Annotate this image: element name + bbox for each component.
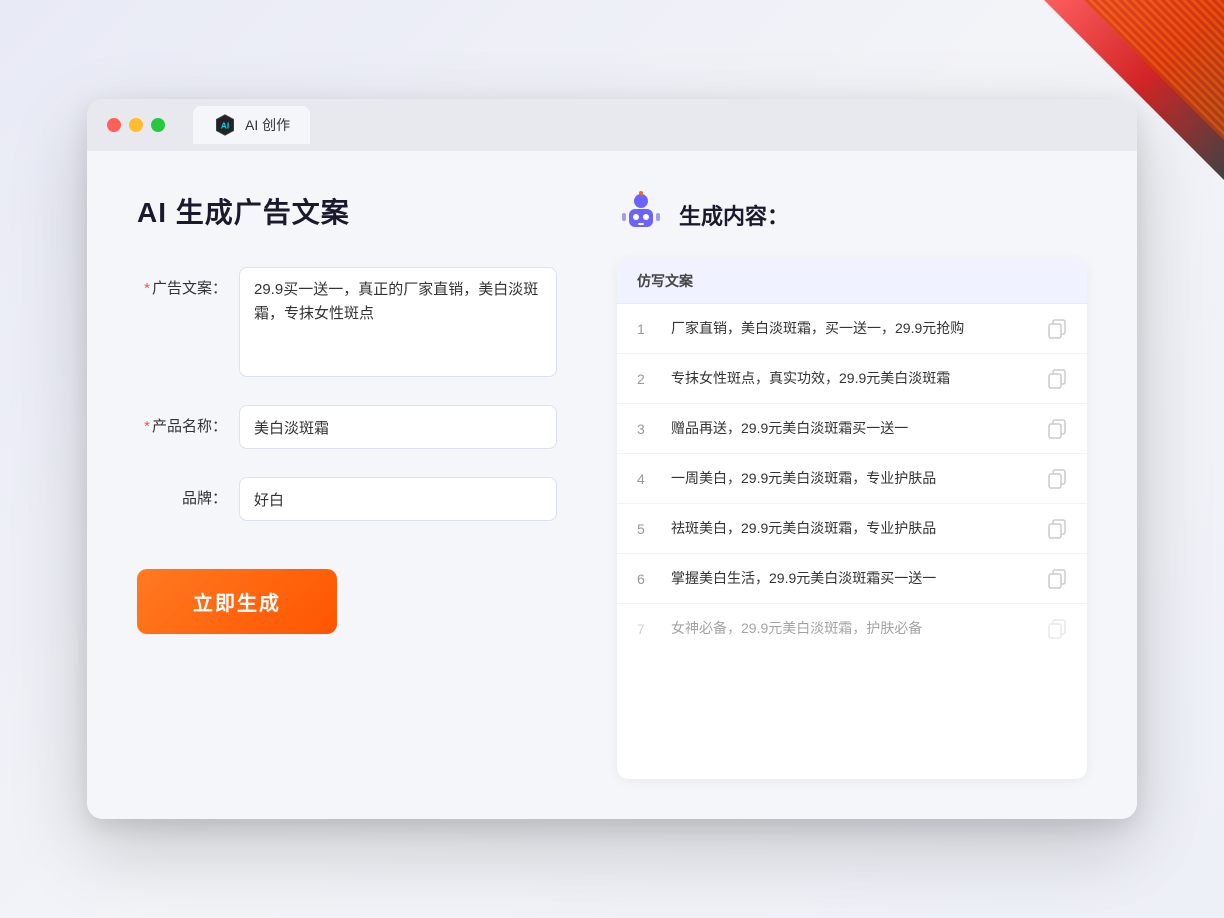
copy-icon[interactable]: [1047, 469, 1067, 489]
table-row: 7 女神必备，29.9元美白淡斑霜，护肤必备: [617, 604, 1087, 653]
content-area: AI 生成广告文案 *广告文案： 29.9买一送一，真正的厂家直销，美白淡斑霜，…: [87, 151, 1137, 819]
traffic-light-close[interactable]: [107, 118, 121, 132]
results-list: 1 厂家直销，美白淡斑霜，买一送一，29.9元抢购 2 专抹女性斑点，真实功效，29.…: [617, 304, 1087, 653]
ad-copy-input[interactable]: 29.9买一送一，真正的厂家直销，美白淡斑霜，专抹女性斑点: [239, 267, 557, 377]
copy-icon[interactable]: [1047, 419, 1067, 439]
table-row: 3 赠品再送，29.9元美白淡斑霜买一送一: [617, 404, 1087, 454]
row-text: 女神必备，29.9元美白淡斑霜，护肤必备: [671, 618, 1031, 639]
traffic-light-maximize[interactable]: [151, 118, 165, 132]
row-text: 专抹女性斑点，真实功效，29.9元美白淡斑霜: [671, 368, 1031, 389]
copy-icon[interactable]: [1047, 319, 1067, 339]
form-group-product-name: *产品名称：: [137, 405, 557, 449]
traffic-lights: [107, 118, 165, 132]
table-row: 1 厂家直销，美白淡斑霜，买一送一，29.9元抢购: [617, 304, 1087, 354]
row-number: 1: [637, 321, 655, 337]
left-panel: AI 生成广告文案 *广告文案： 29.9买一送一，真正的厂家直销，美白淡斑霜，…: [137, 191, 557, 779]
product-name-label: *产品名称：: [137, 405, 227, 436]
ai-tab-icon: AI: [213, 113, 237, 137]
copy-icon[interactable]: [1047, 569, 1067, 589]
row-text: 祛斑美白，29.9元美白淡斑霜，专业护肤品: [671, 518, 1031, 539]
table-row: 5 祛斑美白，29.9元美白淡斑霜，专业护肤品: [617, 504, 1087, 554]
traffic-light-minimize[interactable]: [129, 118, 143, 132]
page-title: AI 生成广告文案: [137, 191, 557, 231]
table-row: 2 专抹女性斑点，真实功效，29.9元美白淡斑霜: [617, 354, 1087, 404]
brand-input[interactable]: [239, 477, 557, 521]
table-row: 4 一周美白，29.9元美白淡斑霜，专业护肤品: [617, 454, 1087, 504]
row-text: 一周美白，29.9元美白淡斑霜，专业护肤品: [671, 468, 1031, 489]
svg-text:AI: AI: [221, 120, 230, 130]
row-number: 6: [637, 571, 655, 587]
robot-icon: [617, 191, 665, 239]
row-text: 赠品再送，29.9元美白淡斑霜买一送一: [671, 418, 1031, 439]
row-number: 5: [637, 521, 655, 537]
result-header: 生成内容：: [617, 191, 1087, 239]
copy-icon[interactable]: [1047, 519, 1067, 539]
form-group-brand: 品牌：: [137, 477, 557, 521]
result-table: 仿写文案 1 厂家直销，美白淡斑霜，买一送一，29.9元抢购 2 专抹女性斑点，真实功…: [617, 259, 1087, 779]
row-number: 3: [637, 421, 655, 437]
ad-copy-label: *广告文案：: [137, 267, 227, 298]
result-title: 生成内容：: [679, 199, 789, 231]
row-text: 掌握美白生活，29.9元美白淡斑霜买一送一: [671, 568, 1031, 589]
table-header: 仿写文案: [617, 259, 1087, 304]
generate-button[interactable]: 立即生成: [137, 569, 337, 634]
row-number: 2: [637, 371, 655, 387]
browser-window: AI AI 创作 AI 生成广告文案 *广告文案： 29.9买一送一，真正的厂家…: [87, 99, 1137, 819]
copy-icon[interactable]: [1047, 369, 1067, 389]
row-number: 7: [637, 621, 655, 637]
form-group-ad-copy: *广告文案： 29.9买一送一，真正的厂家直销，美白淡斑霜，专抹女性斑点: [137, 267, 557, 377]
copy-icon[interactable]: [1047, 619, 1067, 639]
title-bar: AI AI 创作: [87, 99, 1137, 151]
row-text: 厂家直销，美白淡斑霜，买一送一，29.9元抢购: [671, 318, 1031, 339]
table-row: 6 掌握美白生活，29.9元美白淡斑霜买一送一: [617, 554, 1087, 604]
row-number: 4: [637, 471, 655, 487]
tab-ai-creation[interactable]: AI AI 创作: [193, 106, 310, 144]
brand-label: 品牌：: [137, 477, 227, 508]
product-name-input[interactable]: [239, 405, 557, 449]
required-star-ad: *: [144, 280, 150, 297]
tab-title: AI 创作: [245, 115, 290, 135]
required-star-product: *: [144, 418, 150, 435]
right-panel: 生成内容： 仿写文案 1 厂家直销，美白淡斑霜，买一送一，29.9元抢购 2 专抹女性…: [617, 191, 1087, 779]
